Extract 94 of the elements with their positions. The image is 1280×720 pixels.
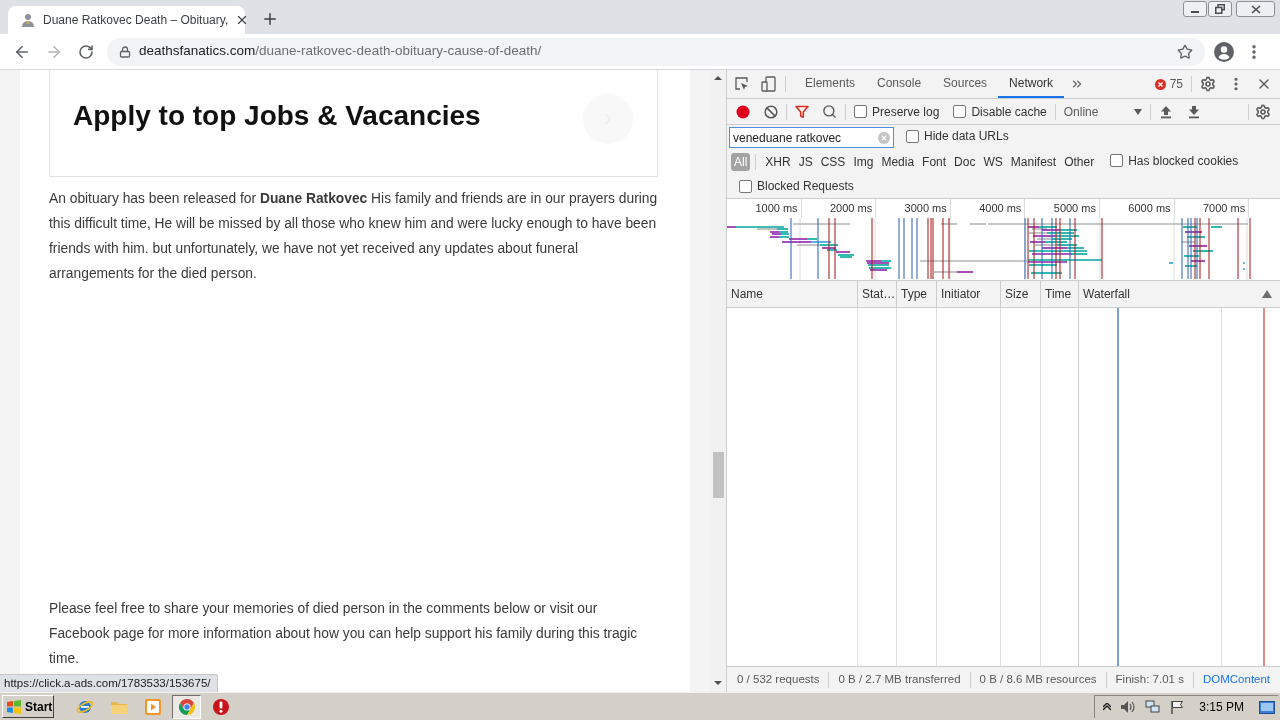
column-header[interactable]: Time <box>1041 285 1072 303</box>
timeline-tick-label: 4000 ms <box>979 201 1022 217</box>
profile-icon[interactable] <box>1214 41 1234 62</box>
type-filter[interactable]: Doc <box>951 153 979 171</box>
sort-ascending-icon[interactable] <box>1262 290 1272 298</box>
timeline-tick-label: 3000 ms <box>904 201 947 217</box>
paragraph: Please feel free to share your memories of died person in the comments below or visit our Facebook page for more information about how you can help support his family during this tragic time. <box>49 600 639 668</box>
ad-card[interactable]: Apply to top Jobs & Vacancies <box>49 70 658 177</box>
scroll-down-icon[interactable] <box>714 681 722 685</box>
search-icon[interactable] <box>822 104 837 119</box>
clear-icon[interactable] <box>764 104 778 119</box>
checkbox-label[interactable]: Disable cache <box>971 102 1047 121</box>
summary-text: 0 B / 2.7 MB transferred <box>838 671 961 687</box>
column-header[interactable]: Initiator <box>937 285 981 303</box>
type-filter[interactable]: Img <box>850 153 877 171</box>
ad-heading: Apply to top Jobs & Vacancies <box>73 99 481 133</box>
browser-tab[interactable]: Duane Ratkovec Death – Obituary, <box>8 6 245 34</box>
checkbox[interactable] <box>739 179 752 193</box>
summary-text: DOMContent <box>1202 671 1271 687</box>
summary-text: 0 / 532 requests <box>737 671 820 687</box>
timeline-tick-label: 5000 ms <box>1053 201 1096 217</box>
settings-icon[interactable] <box>1255 103 1271 120</box>
minimize-icon <box>1191 11 1199 13</box>
caret-up-icon[interactable] <box>1103 703 1112 711</box>
minimize-button[interactable] <box>1183 1 1207 17</box>
reload-icon[interactable] <box>78 43 94 60</box>
checkbox-label[interactable]: Blocked Requests <box>757 177 854 195</box>
type-filter[interactable]: Manifest <box>1007 153 1060 171</box>
checkbox[interactable] <box>906 129 919 143</box>
type-filter[interactable]: JS <box>795 153 816 171</box>
start-button[interactable]: Start <box>2 695 54 718</box>
type-filter[interactable]: Media <box>878 153 918 171</box>
type-filter[interactable]: Font <box>919 153 950 171</box>
checkbox-label[interactable]: Preserve log <box>872 102 940 121</box>
checkbox-label[interactable]: Hide data URLs <box>924 127 1009 146</box>
throttling-select[interactable]: Online <box>1063 102 1142 121</box>
panel-tab[interactable]: Console <box>866 70 933 98</box>
close-window-button[interactable] <box>1236 1 1275 17</box>
download-icon[interactable] <box>1187 104 1200 119</box>
show-desktop-icon[interactable] <box>1259 700 1275 714</box>
summary-text: Finish: 7.01 s <box>1115 671 1184 687</box>
link-status-bubble: https://click.a-ads.com/1783533/153675/ <box>0 674 218 692</box>
taskbar-clock[interactable]: 3:15 PM <box>1199 698 1244 716</box>
column-header[interactable]: Size <box>1001 285 1029 303</box>
summary-text: 0 B / 8.6 MB resources <box>979 671 1097 687</box>
checkbox[interactable] <box>953 105 967 118</box>
error-count[interactable]: 75 <box>1169 75 1183 93</box>
column-header[interactable]: Stat… <box>858 285 896 303</box>
type-filter[interactable]: CSS <box>817 153 849 171</box>
person-silhouette-icon <box>20 12 36 28</box>
timeline-tick-label: 6000 ms <box>1128 201 1171 217</box>
device-toolbar-icon[interactable] <box>761 76 777 92</box>
speaker-icon[interactable] <box>1120 700 1137 714</box>
star-icon[interactable] <box>1177 43 1193 60</box>
flag-logo-icon <box>6 699 22 714</box>
filter-input[interactable]: veneduane ratkovec <box>729 127 894 148</box>
restore-icon <box>1215 4 1225 14</box>
new-tab-icon[interactable] <box>261 10 279 28</box>
clear-input-icon[interactable] <box>878 131 890 144</box>
column-header[interactable]: Type <box>897 285 927 303</box>
timeline-tick-label: 7000 ms <box>1202 201 1246 217</box>
timeline-tick-label: 1000 ms <box>755 201 798 217</box>
scroll-up-icon[interactable] <box>714 76 722 80</box>
play-tile-icon <box>143 697 162 716</box>
settings-icon[interactable] <box>1200 76 1216 92</box>
column-header[interactable]: Waterfall <box>1079 285 1130 303</box>
inspect-element-icon[interactable] <box>734 76 750 92</box>
checkbox[interactable] <box>854 105 867 118</box>
alert-circle-icon <box>211 697 230 716</box>
checkbox-label[interactable]: Has blocked cookies <box>1128 151 1239 170</box>
dropdown-caret-icon <box>1133 108 1142 115</box>
lock-icon <box>119 45 131 58</box>
close-icon <box>1250 4 1261 14</box>
segmented-circle-icon <box>177 697 196 716</box>
upload-icon[interactable] <box>1159 104 1172 119</box>
record-icon[interactable] <box>736 104 750 119</box>
network-icon[interactable] <box>1145 700 1162 714</box>
address-bar[interactable]: deathsfanatics.com/duane-ratkovec-death-obituary-cause-of-death/ <box>107 37 1205 66</box>
checkbox[interactable] <box>1110 154 1124 168</box>
timeline-tick-label: 2000 ms <box>830 201 873 217</box>
taskbar-app-button[interactable] <box>172 694 201 719</box>
paragraph: An obituary has been released for Duane Ratkovec His family and friends are in our prayers during this difficult time, He will be missed by all those who knew him and were lucky enough to have been friends with him. but unfortunately, we have not yet received any updates about funeral arrangements for the died person. <box>49 190 659 283</box>
type-filter[interactable]: Other <box>1061 153 1098 171</box>
restore-button[interactable] <box>1208 1 1232 17</box>
error-icon <box>1154 78 1166 90</box>
flag-icon[interactable] <box>1170 700 1185 714</box>
page-scrollbar[interactable] <box>710 70 726 692</box>
column-header[interactable]: Name <box>727 285 763 303</box>
filter-icon[interactable] <box>795 104 809 119</box>
type-filter[interactable]: WS <box>980 153 1006 171</box>
type-filter[interactable]: XHR <box>762 153 794 171</box>
panel-tab[interactable]: Sources <box>932 70 999 98</box>
panel-tab[interactable]: Elements <box>794 70 867 98</box>
scrollbar-thumb[interactable] <box>712 452 724 498</box>
